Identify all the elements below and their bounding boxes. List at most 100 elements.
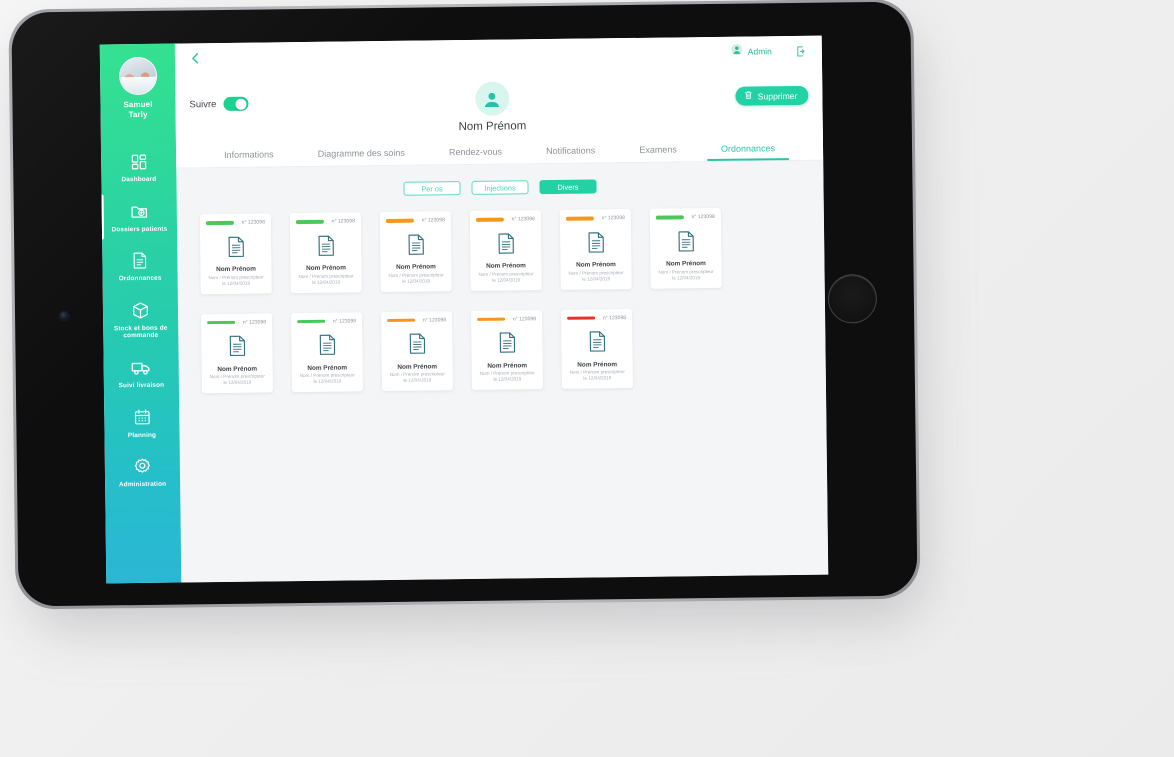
sidebar-item-ordonnances[interactable]: Ordonnances [102, 241, 178, 292]
prescription-card[interactable]: n° 123098 Nom Prénom Nom / Prénom prescrip… [559, 209, 632, 290]
tab-diagramme-des-soins[interactable]: Diagramme des soins [314, 148, 409, 166]
card-patient-name: Nom Prénom [487, 361, 528, 370]
card-number: n° 123098 [331, 218, 355, 225]
card-prescriber: Nom / Prénom prescripteur [568, 269, 624, 276]
prescription-card[interactable]: n° 123098 Nom Prénom Nom / Prénom prescrip… [560, 308, 633, 389]
box-icon [106, 299, 175, 321]
patient-identity: Nom Prénom [248, 77, 736, 136]
tab-label: Ordonnances [720, 143, 776, 154]
tab-notifications[interactable]: Notifications [542, 145, 599, 163]
sidebar-item-suivi-livraison[interactable]: Suivi livraison [103, 348, 179, 399]
card-number: n° 123098 [422, 316, 447, 324]
prescription-card[interactable]: n° 123098 Nom Prénom Nom / Prénom prescrip… [199, 213, 272, 294]
status-badge [387, 318, 416, 323]
card-patient-name: Nom Prénom [217, 365, 258, 373]
card-prescriber: Nom / Prénom prescripteur [478, 270, 534, 277]
sidebar: Samuel Tarly Dashboard Dossiers patients… [99, 43, 182, 584]
sidebar-user-block[interactable]: Samuel Tarly [100, 56, 176, 131]
user-circle-icon [731, 43, 743, 61]
card-patient-name: Nom Prénom [306, 264, 346, 272]
document-icon [566, 328, 627, 356]
logout-icon[interactable] [794, 44, 808, 58]
card-header: n° 123098 [205, 219, 266, 226]
card-date: le 12/04/2019 [583, 375, 612, 381]
filter-per-os[interactable]: Per os [403, 181, 461, 196]
home-button[interactable] [827, 274, 878, 324]
sidebar-user-avatar [118, 56, 157, 96]
admin-label: Admin [747, 46, 772, 57]
document-icon [205, 232, 266, 260]
tablet-device: Samuel Tarly Dashboard Dossiers patients… [8, 0, 927, 632]
application-screen: Samuel Tarly Dashboard Dossiers patients… [99, 35, 829, 584]
scene: Samuel Tarly Dashboard Dossiers patients… [0, 0, 1174, 757]
card-header: n° 123098 [475, 216, 536, 223]
card-patient-name: Nom Prénom [396, 263, 436, 271]
card-date: le 12/04/2019 [493, 376, 522, 382]
prescription-card[interactable]: n° 123098 Nom Prénom Nom / Prénom prescrip… [381, 310, 453, 392]
back-button[interactable] [187, 50, 203, 66]
card-date: le 12/04/2019 [312, 279, 341, 285]
tab-ordonnances[interactable]: Ordonnances [717, 143, 779, 161]
tab-rendez-vous[interactable]: Rendez-vous [445, 147, 506, 165]
card-number: n° 123098 [242, 318, 267, 326]
follow-toggle[interactable] [223, 96, 249, 111]
follow-label: Suivre [189, 98, 217, 110]
card-prescriber: Nom / Prénom prescripteur [388, 271, 444, 278]
prescription-card[interactable]: n° 123098 Nom Prénom Nom / Prénom prescrip… [471, 309, 543, 390]
tablet-body: Samuel Tarly Dashboard Dossiers patients… [8, 0, 921, 610]
status-badge [477, 317, 506, 321]
follow-toggle-group[interactable]: Suivre [189, 83, 249, 112]
card-prescriber: Nom / Prénom prescripteur [298, 272, 354, 279]
prescription-card[interactable]: n° 123098 Nom Prénom Nom / Prénom prescrip… [469, 210, 542, 291]
card-date: le 12/04/2019 [402, 277, 431, 284]
sidebar-item-label: Suivi livraison [118, 381, 165, 390]
card-date: le 12/04/2019 [223, 379, 252, 385]
status-badge [565, 216, 594, 221]
truck-icon [107, 357, 176, 379]
tab-informations[interactable]: Informations [220, 149, 278, 167]
sidebar-item-stock-bons-commande[interactable]: Stock et bons de commande [103, 290, 179, 348]
card-header: n° 123098 [296, 318, 357, 325]
document-icon [386, 330, 447, 358]
document-icon [296, 331, 357, 359]
card-number: n° 123098 [601, 215, 625, 222]
prescription-card[interactable]: n° 123098 Nom Prénom Nom / Prénom prescrip… [201, 312, 273, 394]
card-header: n° 123098 [566, 315, 627, 322]
tab-label: Examens [639, 144, 677, 155]
document-icon [295, 231, 356, 259]
dashboard-icon [104, 151, 173, 173]
filter-divers[interactable]: Divers [539, 179, 597, 195]
patient-header: Suivre Nom Prénom Supprimer Informations… [175, 65, 824, 169]
sidebar-item-label: Ordonnances [118, 274, 162, 283]
card-patient-name: Nom Prénom [397, 362, 438, 371]
filter-injections[interactable]: Injections [471, 180, 529, 195]
delete-button-label: Supprimer [757, 90, 798, 101]
card-header: n° 123098 [385, 217, 446, 224]
sidebar-item-dossiers-patients[interactable]: Dossiers patients [102, 191, 178, 242]
card-number: n° 123098 [332, 317, 357, 325]
status-badge [567, 316, 596, 320]
sidebar-item-dashboard[interactable]: Dashboard [101, 142, 177, 193]
card-date: le 12/04/2019 [582, 275, 611, 282]
prescription-card[interactable]: n° 123098 Nom Prénom Nom / Prénom prescrip… [379, 211, 452, 292]
tab-examens[interactable]: Examens [635, 144, 681, 162]
folder-patient-icon [105, 200, 174, 222]
sidebar-item-planning[interactable]: Planning [104, 397, 180, 448]
card-prescriber: Nom / Prénom prescripteur [208, 273, 264, 280]
sidebar-item-label: Stock et bons de commande [113, 324, 168, 340]
prescription-card[interactable]: n° 123098 Nom Prénom Nom / Prénom prescrip… [291, 311, 363, 393]
document-icon [475, 229, 536, 257]
card-header: n° 123098 [295, 218, 356, 225]
card-number: n° 123098 [691, 213, 715, 221]
filter-label: Divers [557, 182, 579, 192]
delete-button[interactable]: Supprimer [735, 85, 809, 106]
tab-label: Rendez-vous [448, 146, 503, 158]
card-date: le 12/04/2019 [313, 378, 342, 384]
status-badge [295, 220, 324, 224]
prescription-card[interactable]: n° 123098 Nom Prénom Nom / Prénom prescrip… [289, 212, 362, 293]
sidebar-item-administration[interactable]: Administration [105, 447, 181, 498]
admin-account-button[interactable]: Admin [731, 42, 772, 61]
prescription-card[interactable]: n° 123098 Nom Prénom Nom / Prénom prescrip… [649, 207, 722, 289]
status-badge [475, 217, 504, 222]
